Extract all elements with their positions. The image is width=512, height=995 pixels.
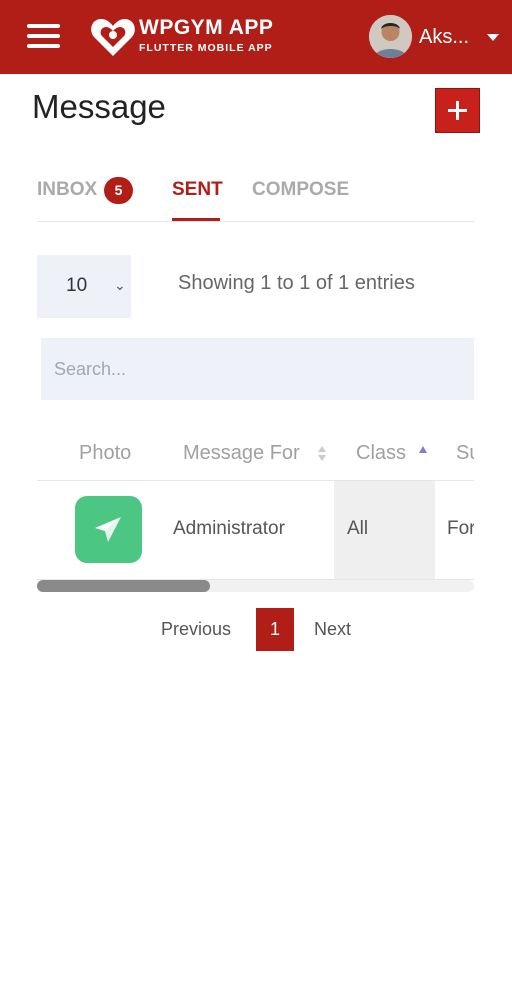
column-header-subject[interactable]: Su: [456, 442, 474, 465]
entries-value: 10: [66, 275, 88, 296]
column-header-message-for[interactable]: Message For: [183, 442, 300, 465]
column-header-photo[interactable]: Photo: [79, 442, 131, 465]
entries-info: Showing 1 to 1 of 1 entries: [178, 272, 415, 294]
sort-asc-icon: [419, 446, 427, 454]
logo-title: WPGYM APP: [139, 16, 274, 39]
user-name[interactable]: Aks...: [419, 26, 469, 49]
inbox-count-badge: 5: [104, 177, 133, 204]
column-header-class[interactable]: Class: [356, 442, 406, 465]
chevron-down-icon: ⌄: [114, 277, 126, 293]
cell-class: All: [347, 518, 369, 539]
cell-message-for: Administrator: [173, 518, 285, 539]
previous-page-button[interactable]: Previous: [161, 619, 231, 640]
scrollbar-thumb[interactable]: [37, 580, 210, 592]
tab-compose[interactable]: COMPOSE: [252, 179, 349, 201]
current-page-button[interactable]: 1: [256, 608, 294, 651]
entries-per-page-select[interactable]: 10 ⌄: [37, 255, 131, 318]
next-page-button[interactable]: Next: [314, 619, 351, 640]
search-input[interactable]: [41, 338, 474, 400]
caret-down-icon[interactable]: [487, 34, 499, 41]
logo-subtitle: FLUTTER MOBILE APP: [139, 42, 273, 54]
tabs-divider: [37, 221, 474, 222]
app-header: WPGYM APP FLUTTER MOBILE APP Aks...: [0, 0, 512, 74]
page-title: Message: [32, 88, 166, 125]
cell-subject: For: [447, 518, 474, 539]
messages-table: Photo Message For Class Su Administrator…: [37, 430, 474, 580]
heart-logo-icon: [91, 19, 135, 56]
hamburger-menu-icon[interactable]: [27, 24, 60, 48]
tab-inbox[interactable]: INBOX: [37, 179, 97, 201]
paper-plane-icon: [75, 496, 142, 563]
tab-sent[interactable]: SENT: [172, 179, 223, 201]
add-message-button[interactable]: [435, 88, 480, 133]
sort-both-icon: [318, 446, 326, 462]
avatar[interactable]: [369, 15, 412, 58]
